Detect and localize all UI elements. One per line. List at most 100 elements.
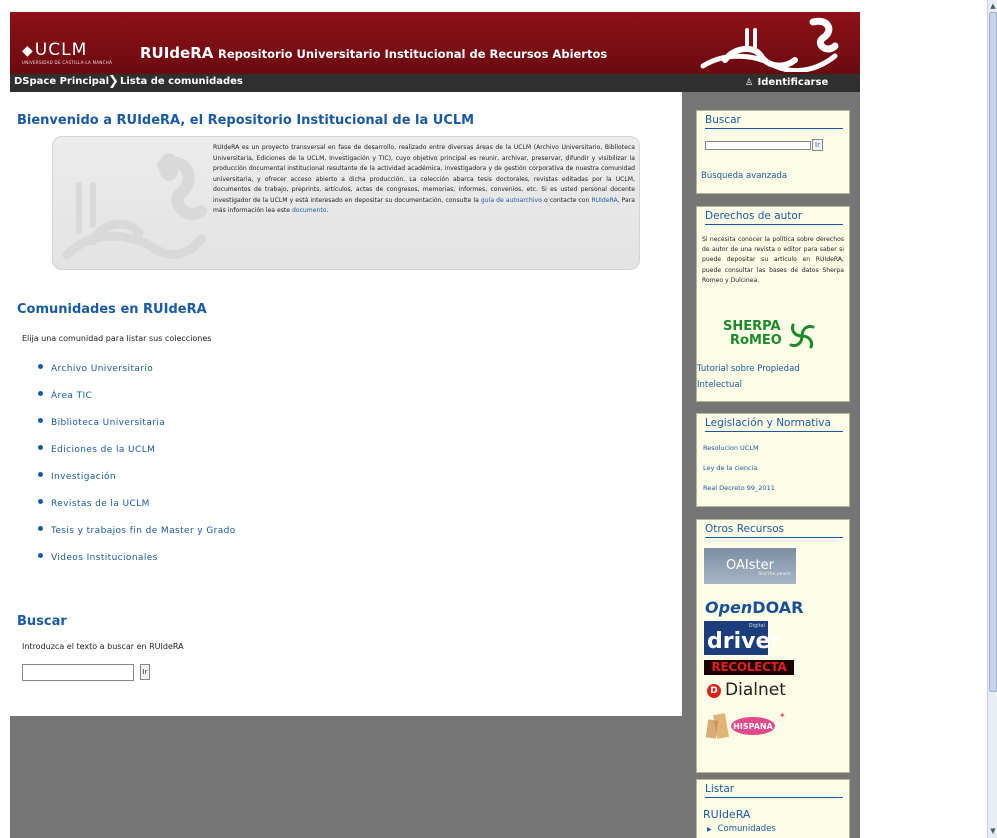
header-art-icon <box>700 17 839 72</box>
community-link[interactable]: Tesis y trabajos fin de Master y Grado <box>51 526 236 536</box>
legal-link[interactable]: Resolucion UCLM <box>703 444 759 452</box>
community-link[interactable]: Archivo Universitario <box>51 364 153 374</box>
hispana-word: HISPANA <box>733 722 773 731</box>
opendoar-open: Open <box>705 598 753 617</box>
main-content: Bienvenido a RUIdeRA, el Repositorio Ins… <box>10 92 682 716</box>
breadcrumb-home-link[interactable]: DSpace Principal <box>14 76 109 87</box>
intro-panel: RUIdeRA es un proyecto transversal en fa… <box>52 136 640 270</box>
bullet-icon <box>38 499 43 504</box>
sidebar-legal-title: Legislación y Normativa <box>705 417 831 429</box>
community-link[interactable]: Videos Institucionales <box>51 553 158 563</box>
bullet-icon <box>38 364 43 369</box>
sidebar-resources-title: Otros Recursos <box>705 523 785 535</box>
oaister-word: OAIster <box>726 558 774 573</box>
scroll-up-icon[interactable]: ▲ <box>989 1 997 11</box>
sidebar-search-input[interactable] <box>705 141 811 150</box>
intro-text: RUIdeRA es un proyecto transversal en fa… <box>213 143 635 217</box>
site-name[interactable]: RUIdeRA <box>140 44 213 62</box>
advanced-search-link[interactable]: Búsqueda avanzada <box>701 171 787 181</box>
user-icon: ♙ <box>745 78 754 88</box>
hispana-logo[interactable]: HISPANA ✦ <box>705 708 785 744</box>
list-item: Investigación <box>38 472 236 499</box>
intro-text-part: RUIdeRA es un proyecto transversal en fa… <box>213 144 635 204</box>
rights-text: Si necesita conocer la política sobre de… <box>702 236 844 284</box>
search-title: Buscar <box>17 614 67 629</box>
browse-root: RUIdeRA <box>703 808 751 821</box>
bullet-icon <box>38 553 43 558</box>
divider <box>705 128 843 129</box>
search-go-button[interactable]: Ir <box>140 664 150 680</box>
login-link[interactable]: ♙ Identificarse <box>745 77 828 88</box>
community-link[interactable]: Biblioteca Universitaria <box>51 418 165 428</box>
legal-link[interactable]: Real Decreto 99_2011 <box>703 484 775 492</box>
search-input[interactable] <box>22 664 134 681</box>
community-link[interactable]: Revistas de la UCLM <box>51 499 150 509</box>
opendoar-doar: DOAR <box>752 598 804 617</box>
sidebar-rights-title: Derechos de autor <box>705 210 803 222</box>
bullet-icon <box>38 391 43 396</box>
driver-logo[interactable]: Digital driver <box>704 621 781 655</box>
intro-text-part: . <box>326 207 329 214</box>
dialnet-icon: D <box>707 684 721 698</box>
scrollbar-thumb[interactable] <box>989 12 997 692</box>
uclm-logo-subtitle: UNIVERSIDAD DE CASTILLA-LA MANCHA <box>22 60 113 65</box>
ruidera-watermark-icon <box>62 153 207 260</box>
intro-text-part: o contacte con <box>543 196 590 204</box>
scroll-down-icon[interactable]: ▼ <box>989 826 997 836</box>
chevron-right-icon: ❯ <box>108 74 119 89</box>
bullet-icon <box>38 445 43 450</box>
communities-title: Comunidades en RUIdeRA <box>17 302 207 317</box>
list-item: Revistas de la UCLM <box>38 499 236 526</box>
diamond-icon: ◆ <box>22 43 34 59</box>
sidebar-resources-box: Otros Recursos OAIster find the pearls O… <box>696 519 850 773</box>
sherpa-word: SHERPA <box>723 319 781 334</box>
svg-text:✦: ✦ <box>779 711 785 720</box>
list-item: Ediciones de la UCLM <box>38 445 236 472</box>
triangle-right-icon: ▶ <box>707 826 712 833</box>
site-frame: ◆UCLM UNIVERSIDAD DE CASTILLA-LA MANCHA … <box>10 12 860 838</box>
sidebar-rights-box: Derechos de autor Si necesita conocer la… <box>696 206 850 402</box>
list-item: Área TIC <box>38 391 236 418</box>
tutorial-link[interactable]: Tutorial sobre Propiedad Intelectual <box>697 361 847 393</box>
dialnet-logo[interactable]: D Dialnet <box>707 680 786 700</box>
breadcrumb-current: Lista de comunidades <box>120 76 243 87</box>
vertical-scrollbar[interactable]: ▲ ▼ <box>987 0 997 838</box>
sidebar-legal-box: Legislación y Normativa Resolucion UCLM … <box>696 413 850 507</box>
romeo-word: RoMEO <box>730 333 782 348</box>
list-item: Archivo Universitario <box>38 364 236 391</box>
sidebar-search-title: Buscar <box>705 114 741 126</box>
welcome-title: Bienvenido a RUIdeRA, el Repositorio Ins… <box>17 113 475 128</box>
uclm-logo[interactable]: ◆UCLM <box>22 40 87 60</box>
list-item: Biblioteca Universitaria <box>38 418 236 445</box>
divider <box>705 797 843 798</box>
swirl-icon <box>789 323 815 349</box>
sidebar-search-button[interactable]: Ir <box>812 139 823 151</box>
driver-word: driver <box>707 629 782 654</box>
sidebar-search-box: Buscar Ir Búsqueda avanzada <box>696 110 850 194</box>
recolecta-logo[interactable]: RECOLECTA <box>704 660 794 675</box>
sidebar-browse-title: Listar <box>705 783 735 795</box>
bullet-icon <box>38 418 43 423</box>
sherpa-romeo-logo[interactable]: SHERPA RoMEO <box>723 319 817 353</box>
list-item: Tesis y trabajos fin de Master y Grado <box>38 526 236 553</box>
opendoar-logo[interactable]: OpenDOAR <box>705 598 803 617</box>
community-link[interactable]: Ediciones de la UCLM <box>51 445 155 455</box>
ruidera-contact-link[interactable]: RUIdeRA <box>591 197 617 204</box>
document-link[interactable]: documento <box>292 207 326 214</box>
community-link[interactable]: Área TIC <box>51 391 92 401</box>
legal-link[interactable]: Ley de la ciencia <box>703 464 757 472</box>
communities-hint: Elija una comunidad para listar sus cole… <box>22 334 212 343</box>
browse-communities-link[interactable]: ▶ Comunidades <box>707 824 776 834</box>
browser-page: ◆UCLM UNIVERSIDAD DE CASTILLA-LA MANCHA … <box>0 0 997 838</box>
oaister-logo[interactable]: OAIster find the pearls <box>704 548 796 584</box>
sidebar-browse-box: Listar RUIdeRA ▶ Comunidades <box>696 779 850 838</box>
community-link[interactable]: Investigación <box>51 472 116 482</box>
uclm-logo-text: UCLM <box>34 40 88 60</box>
bullet-icon <box>38 472 43 477</box>
guide-link[interactable]: guía de autoarchivo <box>481 197 542 204</box>
bullet-icon <box>38 526 43 531</box>
login-label: Identificarse <box>757 77 829 88</box>
communities-list: Archivo Universitario Área TIC Bibliotec… <box>38 364 236 580</box>
browse-communities-label: Comunidades <box>717 824 776 834</box>
site-header: ◆UCLM UNIVERSIDAD DE CASTILLA-LA MANCHA … <box>10 12 860 74</box>
